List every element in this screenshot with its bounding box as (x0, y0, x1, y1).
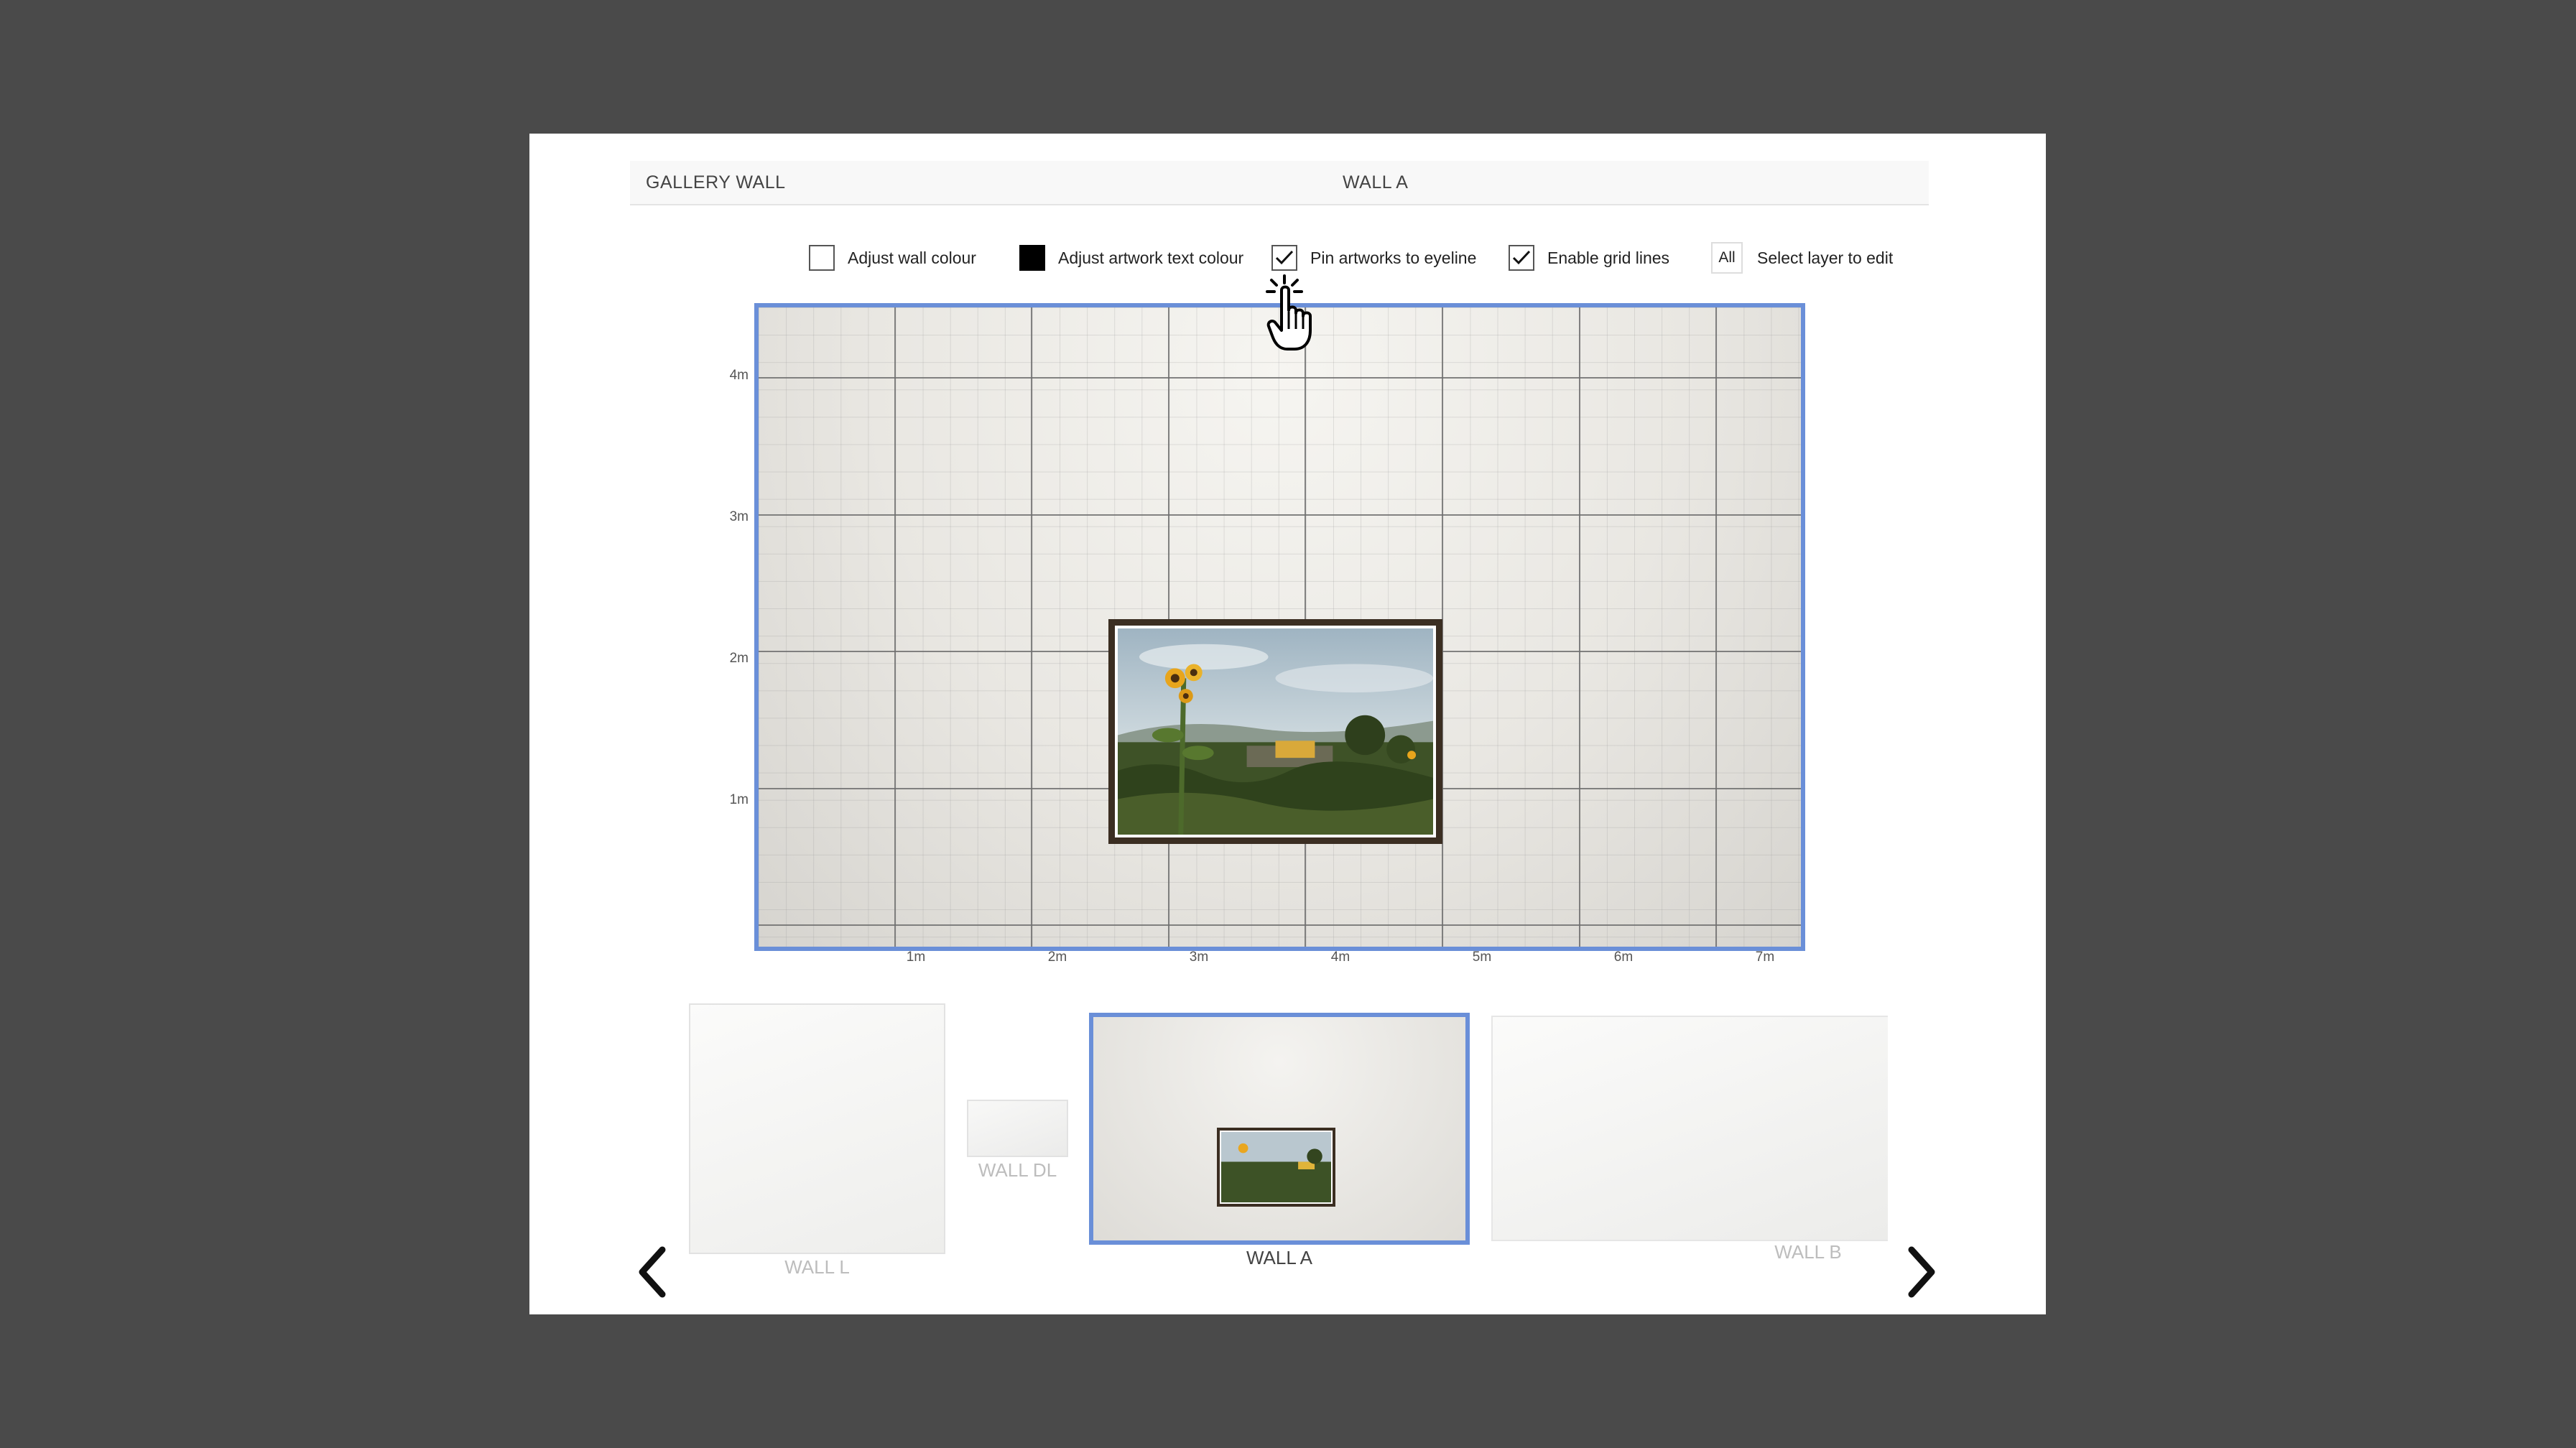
grid-line (759, 924, 1801, 926)
x-tick-label: 2m (1047, 950, 1067, 965)
x-tick-label: 7m (1755, 950, 1775, 965)
artwork-frame[interactable] (1108, 619, 1442, 844)
y-tick-label: 1m (729, 792, 749, 807)
x-tick-label: 4m (1330, 950, 1350, 965)
adjust-artwork-text-colour-label: Adjust artwork text colour (1058, 248, 1244, 267)
x-tick-label: 1m (906, 950, 926, 965)
grid-line (1031, 307, 1032, 947)
chevron-left-icon[interactable] (631, 1240, 674, 1304)
y-tick-label: 3m (729, 509, 749, 524)
current-wall-title: WALL A (1343, 172, 1409, 192)
grid-line (759, 514, 1801, 516)
grid-line (1715, 307, 1717, 947)
wall-thumbnail-l[interactable] (689, 1003, 945, 1254)
enable-grid-lines-checkbox[interactable] (1509, 245, 1534, 271)
artwork-thumbnail (1217, 1128, 1335, 1207)
adjust-artwork-text-colour-option[interactable]: Adjust artwork text colour (1019, 243, 1243, 273)
x-tick-label: 6m (1613, 950, 1634, 965)
wall-thumbnail-dl[interactable] (967, 1100, 1068, 1157)
sunflower-photo (1118, 628, 1433, 835)
wall-thumbnail-label: WALL A (1246, 1247, 1312, 1268)
enable-grid-lines-label: Enable grid lines (1547, 248, 1670, 267)
adjust-wall-colour-option[interactable]: Adjust wall colour (809, 243, 976, 273)
wall-thumbnail-a[interactable] (1089, 1013, 1470, 1245)
layer-select-all-button[interactable]: All (1711, 242, 1743, 274)
chevron-right-icon[interactable] (1900, 1240, 1943, 1304)
x-tick-label: 5m (1472, 950, 1492, 965)
artwork-text-colour-swatch[interactable] (1019, 245, 1045, 271)
wall-thumbnail-label: WALL DL (978, 1159, 1057, 1181)
x-tick-label: 3m (1189, 950, 1209, 965)
pin-artworks-label: Pin artworks to eyeline (1310, 248, 1477, 267)
grid-line (894, 307, 896, 947)
wall-thumbnail-b[interactable] (1491, 1016, 1888, 1241)
wall-thumbnail-label: WALL B (1774, 1241, 1842, 1263)
enable-grid-lines-option[interactable]: Enable grid lines (1509, 243, 1669, 273)
grid-line (759, 377, 1801, 379)
gallery-wall-title: GALLERY WALL (646, 172, 786, 192)
pin-artworks-checkbox[interactable] (1271, 245, 1297, 271)
layer-select-label: Select layer to edit (1757, 248, 1894, 267)
wall-thumbnail-label: WALL L (784, 1256, 850, 1278)
layer-select-option: All Select layer to edit (1711, 242, 1894, 274)
adjust-wall-colour-label: Adjust wall colour (848, 248, 976, 267)
checkmark-icon (1275, 250, 1294, 265)
header-bar: GALLERY WALL WALL A (630, 161, 1929, 205)
y-tick-label: 4m (729, 368, 749, 383)
adjust-wall-colour-checkbox[interactable] (809, 245, 835, 271)
pin-artworks-to-eyeline-option[interactable]: Pin artworks to eyeline (1271, 243, 1476, 273)
grid-line (1579, 307, 1580, 947)
pointer-hand-icon (1266, 274, 1312, 351)
checkmark-icon (1512, 250, 1531, 265)
y-tick-label: 2m (729, 651, 749, 666)
